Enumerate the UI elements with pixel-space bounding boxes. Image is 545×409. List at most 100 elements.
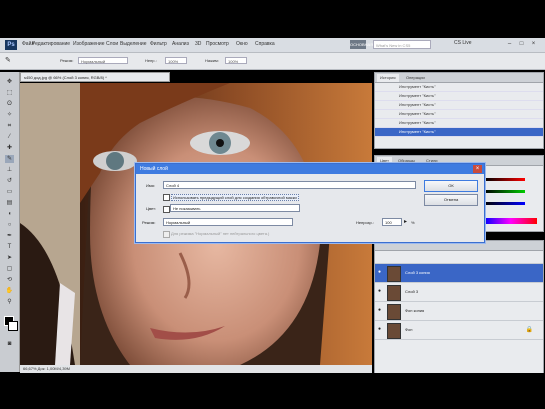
- photoshop-logo: Ps: [5, 40, 17, 50]
- mode-select[interactable]: Нормальный: [78, 57, 128, 64]
- clip-mask-checkbox[interactable]: [163, 194, 170, 201]
- pen-tool-icon[interactable]: ✒: [5, 232, 14, 240]
- red-slider[interactable]: [485, 178, 525, 181]
- eye-icon[interactable]: ●: [378, 327, 383, 332]
- blend-mode-select[interactable]: Нормальный: [163, 218, 293, 226]
- history-row[interactable]: Инструмент "Кисть": [375, 83, 543, 92]
- opacity-input[interactable]: 100: [382, 218, 402, 226]
- type-tool-icon[interactable]: T: [5, 243, 14, 251]
- video-letterbox-bottom: [0, 373, 545, 409]
- menu-select[interactable]: Выделение: [120, 41, 147, 47]
- color-swatch-icon: [163, 206, 170, 213]
- layer-name: Фон копия: [405, 308, 425, 313]
- history-row[interactable]: Инструмент "Кисть": [375, 110, 543, 119]
- menu-window[interactable]: Окно: [236, 41, 248, 47]
- layer-thumbnail: [387, 266, 401, 282]
- history-row[interactable]: Инструмент "Кисть": [375, 119, 543, 128]
- flow-field[interactable]: 100%: [225, 57, 247, 64]
- layers-options-row: [375, 251, 543, 264]
- search-input[interactable]: What's New in CS5: [373, 40, 431, 49]
- menu-help[interactable]: Справка: [255, 41, 275, 47]
- history-panel-header: История Операции: [375, 73, 543, 83]
- quick-select-tool-icon[interactable]: ✧: [5, 111, 14, 119]
- dialog-close-icon[interactable]: ×: [473, 165, 482, 173]
- stamp-tool-icon[interactable]: ⊥: [5, 166, 14, 174]
- dodge-tool-icon[interactable]: ○: [5, 221, 14, 229]
- opacity-field[interactable]: 100%: [165, 57, 187, 64]
- layer-name: Слой 3 копия: [405, 270, 430, 275]
- menu-3d[interactable]: 3D: [195, 41, 201, 47]
- neutral-fill-label: Для режима "Нормальный" нет нейтрального…: [171, 231, 270, 236]
- flow-label: Нажим:: [205, 58, 219, 63]
- layer-thumbnail: [387, 304, 401, 320]
- eyedropper-tool-icon[interactable]: ⁄: [5, 133, 14, 141]
- green-slider[interactable]: [485, 190, 525, 193]
- opacity-label: Непр.:: [145, 58, 157, 63]
- zoom-tool-icon[interactable]: ⚲: [5, 298, 14, 306]
- lasso-tool-icon[interactable]: ʘ: [5, 100, 14, 108]
- crop-tool-icon[interactable]: ⌗: [5, 122, 14, 130]
- close-icon[interactable]: ×: [529, 40, 538, 49]
- blur-tool-icon[interactable]: ◖: [5, 210, 14, 218]
- eye-icon[interactable]: ●: [378, 308, 383, 313]
- layer-row[interactable]: ● Фон 🔒: [375, 321, 543, 340]
- move-tool-icon[interactable]: ✥: [5, 78, 14, 86]
- hand-tool-icon[interactable]: ✋: [5, 287, 14, 295]
- cs-live-button[interactable]: CS Live: [454, 40, 472, 46]
- color-label: Цвет:: [146, 206, 157, 211]
- 3d-rotate-tool-icon[interactable]: ⟲: [5, 276, 14, 284]
- cancel-button[interactable]: Отмена: [424, 194, 478, 206]
- lock-icon: 🔒: [525, 327, 533, 333]
- opacity-percent: %: [411, 220, 415, 225]
- menu-analysis[interactable]: Анализ: [172, 41, 189, 47]
- layer-row-selected[interactable]: ● Слой 3 копия: [375, 264, 543, 283]
- layer-row[interactable]: ● Слой 3: [375, 283, 543, 302]
- tab-history[interactable]: История: [377, 74, 399, 82]
- opacity-stepper-icon[interactable]: ▸: [404, 219, 407, 225]
- blue-slider[interactable]: [485, 202, 525, 205]
- layer-name: Фон: [405, 327, 413, 332]
- tab-actions[interactable]: Операции: [403, 74, 428, 82]
- shape-tool-icon[interactable]: ▢: [5, 265, 14, 273]
- marquee-tool-icon[interactable]: ⬚: [5, 89, 14, 97]
- brush-tool-icon[interactable]: ✎: [5, 56, 11, 64]
- path-select-tool-icon[interactable]: ➤: [5, 254, 14, 262]
- brush-tool-icon[interactable]: ✎: [5, 155, 14, 163]
- history-row[interactable]: Инструмент "Кисть": [375, 101, 543, 110]
- options-bar: ✎ Режим: Нормальный Непр.: 100% Нажим: 1…: [0, 53, 545, 70]
- background-color-swatch[interactable]: [8, 321, 18, 331]
- clip-mask-label[interactable]: Использовать предыдущий слой для создани…: [171, 194, 299, 201]
- neutral-fill-checkbox[interactable]: [163, 231, 170, 238]
- opacity-label: Непрозр.:: [356, 220, 374, 225]
- quick-mask-icon[interactable]: ◙: [5, 340, 14, 348]
- eye-icon[interactable]: ●: [378, 289, 383, 294]
- eye-icon[interactable]: ●: [378, 270, 383, 275]
- history-row-selected[interactable]: Инструмент "Кисть": [375, 128, 543, 137]
- menu-view[interactable]: Просмотр: [206, 41, 229, 47]
- layer-row[interactable]: ● Фон копия: [375, 302, 543, 321]
- gradient-tool-icon[interactable]: ▤: [5, 199, 14, 207]
- dialog-title: Новый слой: [140, 166, 168, 172]
- history-brush-tool-icon[interactable]: ↺: [5, 177, 14, 185]
- tools-panel: ✥ ⬚ ʘ ✧ ⌗ ⁄ ✚ ✎ ⊥ ↺ ▭ ▤ ◖ ○ ✒ T ➤ ▢ ⟲ ✋ …: [0, 72, 20, 372]
- history-panel: История Операции Инструмент "Кисть" Инст…: [374, 72, 544, 149]
- maximize-icon[interactable]: □: [517, 40, 526, 49]
- new-layer-dialog: Новый слой × Имя: Слой 4 Использовать пр…: [135, 163, 485, 243]
- menu-filter[interactable]: Фильтр: [150, 41, 167, 47]
- ok-button[interactable]: ОК: [424, 180, 478, 192]
- menu-layers[interactable]: Слои: [106, 41, 118, 47]
- layers-panel: ● Слой 3 копия ● Слой 3 ● Фон копия ● Фо…: [374, 240, 544, 374]
- layer-name-input[interactable]: Слой 4: [163, 181, 416, 189]
- menu-edit[interactable]: Редактирование: [32, 41, 70, 47]
- dialog-title-bar: Новый слой ×: [136, 164, 484, 174]
- history-row[interactable]: Инструмент "Кисть": [375, 92, 543, 101]
- menu-image[interactable]: Изображение: [73, 41, 105, 47]
- document-tab[interactable]: s450 дод.jpg @ 66% (Слой 3 копия, RGB/8)…: [20, 72, 170, 82]
- minimize-icon[interactable]: –: [505, 40, 514, 49]
- layer-name: Слой 3: [405, 289, 419, 294]
- color-select[interactable]: Не показывать: [170, 204, 300, 212]
- workspace-button[interactable]: ОСНОВНАЯ: [350, 40, 373, 49]
- healing-tool-icon[interactable]: ✚: [5, 144, 14, 152]
- layer-thumbnail: [387, 285, 401, 301]
- eraser-tool-icon[interactable]: ▭: [5, 188, 14, 196]
